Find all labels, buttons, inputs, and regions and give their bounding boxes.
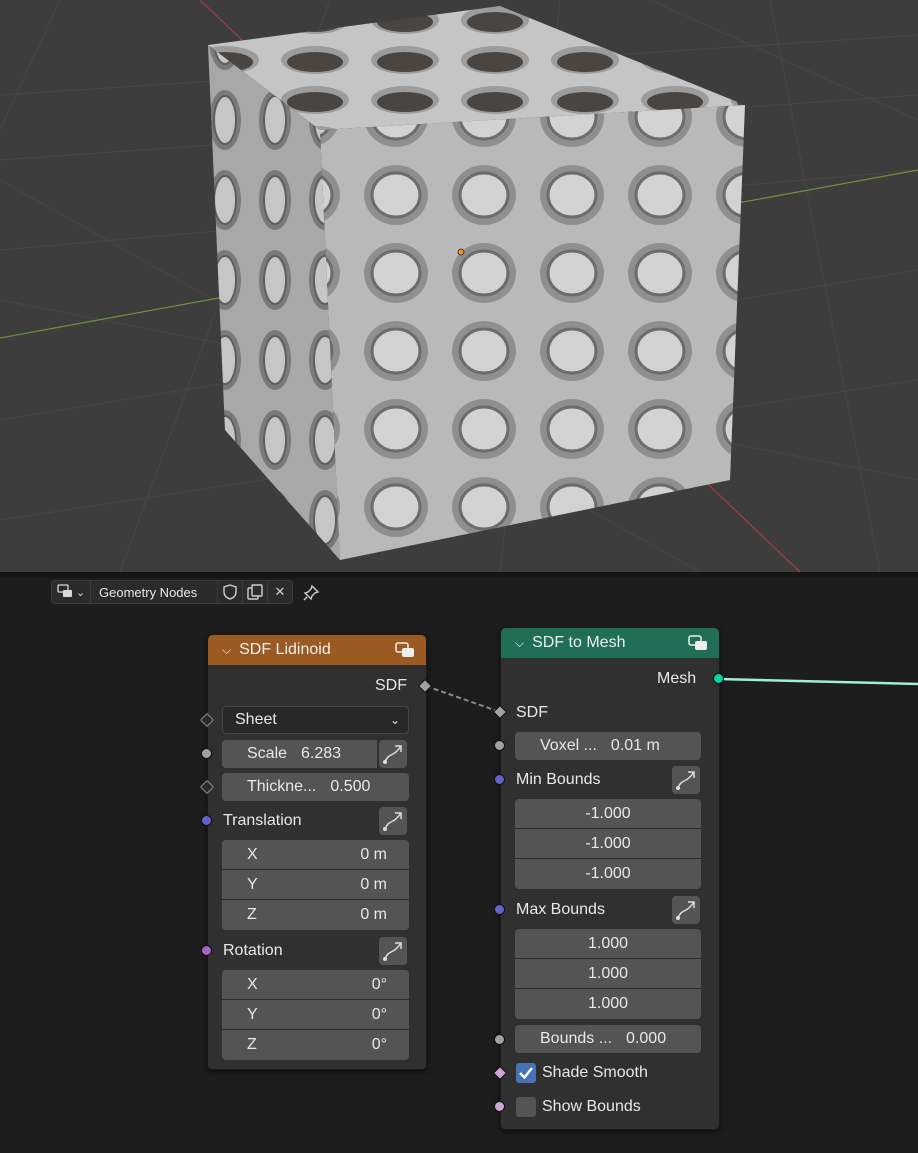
field-input-icon[interactable] <box>672 766 700 794</box>
translation-vector[interactable]: X0 m Y0 m Z0 m <box>222 840 409 930</box>
scale-label: Scale <box>247 745 288 762</box>
shade-smooth-label: Shade Smooth <box>542 1064 648 1081</box>
shade-smooth-checkbox[interactable] <box>516 1063 536 1083</box>
node-header[interactable]: ⌵ SDF Lidinoid <box>208 635 426 665</box>
scale-socket[interactable] <box>201 748 212 759</box>
translation-label: Translation <box>223 812 302 829</box>
field-input-icon[interactable] <box>379 740 407 768</box>
voxel-socket[interactable] <box>494 740 505 751</box>
rotation-z-field[interactable]: Z 0° <box>222 1030 409 1060</box>
chevron-down-icon[interactable]: ⌵ <box>515 636 524 651</box>
max-bounds-socket[interactable] <box>494 904 505 915</box>
node-title: SDF to Mesh <box>532 634 626 651</box>
3d-viewport[interactable] <box>0 0 918 572</box>
field-input-icon[interactable] <box>379 807 407 835</box>
node-group-icon <box>394 640 416 660</box>
check-icon <box>519 1067 533 1080</box>
min-bounds-y-field[interactable]: -1.000 <box>515 829 701 859</box>
translation-socket[interactable] <box>201 815 212 826</box>
scale-value: 6.283 <box>301 745 342 762</box>
show-bounds-socket[interactable] <box>494 1101 505 1112</box>
field-input-icon[interactable] <box>379 937 407 965</box>
rotation-label: Rotation <box>223 942 283 959</box>
scale-field[interactable]: Scale 6.283 <box>222 740 377 768</box>
node-editor[interactable] <box>0 578 918 1153</box>
max-bounds-label: Max Bounds <box>516 901 605 918</box>
sdf-input-label: SDF <box>516 704 548 721</box>
show-bounds-checkbox[interactable] <box>516 1097 536 1117</box>
pin-icon[interactable] <box>300 582 322 604</box>
voxel-size-field[interactable]: Voxel ... 0.01 m <box>515 732 701 760</box>
shield-icon[interactable] <box>218 580 243 604</box>
min-bounds-vector[interactable]: -1.000 -1.000 -1.000 <box>515 799 701 889</box>
rotation-vector[interactable]: X 0° Y 0° Z 0° <box>222 970 409 1060</box>
chevron-down-icon: ⌄ <box>75 585 86 599</box>
chevron-down-icon[interactable]: ⌵ <box>222 643 231 658</box>
min-bounds-label: Min Bounds <box>516 771 601 788</box>
node-group-icon <box>687 633 709 653</box>
duplicate-icon[interactable] <box>243 580 268 604</box>
translation-x-field[interactable]: X0 m <box>222 840 409 870</box>
node-tree-name-field[interactable]: Geometry Nodes <box>91 580 218 604</box>
bounds-pad-label: Bounds ... <box>540 1030 613 1047</box>
min-bounds-z-field[interactable]: -1.000 <box>515 859 701 889</box>
rotation-y-field[interactable]: Y 0° <box>222 1000 409 1030</box>
sdf-output-label: SDF <box>375 677 407 694</box>
bounds-pad-socket[interactable] <box>494 1034 505 1045</box>
mesh-output-socket[interactable] <box>713 673 724 684</box>
voxel-label: Voxel ... <box>540 737 597 754</box>
bounds-pad-field[interactable]: Bounds ... 0.000 <box>515 1025 701 1053</box>
close-icon[interactable]: ✕ <box>268 580 293 604</box>
translation-y-field[interactable]: Y0 m <box>222 870 409 900</box>
viewport-scene <box>0 0 918 572</box>
show-bounds-label: Show Bounds <box>542 1098 641 1115</box>
rotation-x-field[interactable]: X 0° <box>222 970 409 1000</box>
chevron-down-icon: ⌄ <box>389 713 400 727</box>
rotation-socket[interactable] <box>201 945 212 956</box>
max-bounds-vector[interactable]: 1.000 1.000 1.000 <box>515 929 701 1019</box>
mode-dropdown[interactable]: Sheet ⌄ <box>222 706 409 734</box>
thickness-value: 0.500 <box>330 778 371 795</box>
bounds-pad-value: 0.000 <box>626 1030 667 1047</box>
node-tree-type-button[interactable]: ⌄ <box>51 580 91 604</box>
thickness-field[interactable]: Thickne... 0.500 <box>222 773 409 801</box>
field-input-icon[interactable] <box>672 896 700 924</box>
mode-value: Sheet <box>235 711 277 728</box>
node-header[interactable]: ⌵ SDF to Mesh <box>501 628 719 658</box>
voxel-value: 0.01 m <box>610 737 660 754</box>
node-title: SDF Lidinoid <box>239 641 331 658</box>
max-bounds-z-field[interactable]: 1.000 <box>515 989 701 1019</box>
max-bounds-y-field[interactable]: 1.000 <box>515 959 701 989</box>
max-bounds-x-field[interactable]: 1.000 <box>515 929 701 959</box>
node-tree-icon <box>57 583 73 601</box>
thickness-label: Thickne... <box>247 778 317 795</box>
min-bounds-x-field[interactable]: -1.000 <box>515 799 701 829</box>
min-bounds-socket[interactable] <box>494 774 505 785</box>
cube-front-face <box>320 105 745 560</box>
mesh-output-label: Mesh <box>657 670 697 687</box>
translation-z-field[interactable]: Z0 m <box>222 900 409 930</box>
object-origin <box>457 248 465 256</box>
